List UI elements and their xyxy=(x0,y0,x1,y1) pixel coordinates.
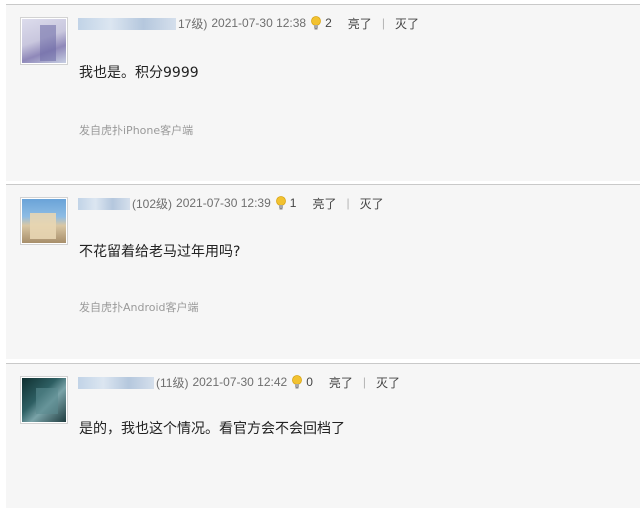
reply-item: (102级) 2021-07-30 12:39 1 亮了 | 灭了 不花留着给老… xyxy=(6,184,640,359)
user-level: 17级) xyxy=(178,16,208,31)
device-source: 发自虎扑iPhone客户端 xyxy=(79,124,194,137)
avatar[interactable] xyxy=(20,17,68,65)
username-link[interactable] xyxy=(78,375,154,389)
reply-item: 17级) 2021-07-30 12:38 2 亮了 | 灭了 我也是。积分99… xyxy=(6,4,640,181)
reply-meta: (11级) 2021-07-30 12:42 0 亮了 | 灭了 xyxy=(78,374,400,390)
user-level: (11级) xyxy=(156,375,189,390)
reply-content: 是的，我也这个情况。看官方会不会回档了 xyxy=(79,421,345,437)
divider: | xyxy=(346,196,350,210)
light-count: 2 xyxy=(325,16,332,30)
dim-button[interactable]: 灭了 xyxy=(395,15,419,32)
lightbulb-icon xyxy=(310,16,322,30)
light-button[interactable]: 亮了 xyxy=(312,195,336,212)
reply-time: 2021-07-30 12:42 xyxy=(192,375,288,389)
light-button[interactable]: 亮了 xyxy=(329,374,353,391)
reply-time: 2021-07-30 12:39 xyxy=(176,196,271,210)
dim-button[interactable]: 灭了 xyxy=(360,195,384,212)
lightbulb-icon xyxy=(291,375,303,389)
username-link[interactable] xyxy=(78,196,130,210)
divider: | xyxy=(381,16,385,30)
divider: | xyxy=(362,375,367,389)
avatar[interactable] xyxy=(20,197,68,245)
device-source: 发自虎扑Android客户端 xyxy=(79,301,199,314)
dim-button[interactable]: 灭了 xyxy=(376,374,400,391)
user-level: (102级) xyxy=(132,196,173,211)
reply-meta: 17级) 2021-07-30 12:38 2 亮了 | 灭了 xyxy=(78,15,419,31)
light-count: 1 xyxy=(289,196,297,210)
reply-meta: (102级) 2021-07-30 12:39 1 亮了 | 灭了 xyxy=(78,195,384,211)
reply-time: 2021-07-30 12:38 xyxy=(211,16,307,30)
avatar[interactable] xyxy=(20,376,68,424)
reply-content: 我也是。积分9999 xyxy=(79,65,199,81)
lightbulb-icon xyxy=(275,196,287,210)
reply-item: (11级) 2021-07-30 12:42 0 亮了 | 灭了 是的，我也这个… xyxy=(6,363,640,508)
light-button[interactable]: 亮了 xyxy=(348,15,372,32)
username-link[interactable] xyxy=(78,16,176,30)
reply-content: 不花留着给老马过年用吗? xyxy=(79,244,241,260)
light-count: 0 xyxy=(306,375,313,389)
